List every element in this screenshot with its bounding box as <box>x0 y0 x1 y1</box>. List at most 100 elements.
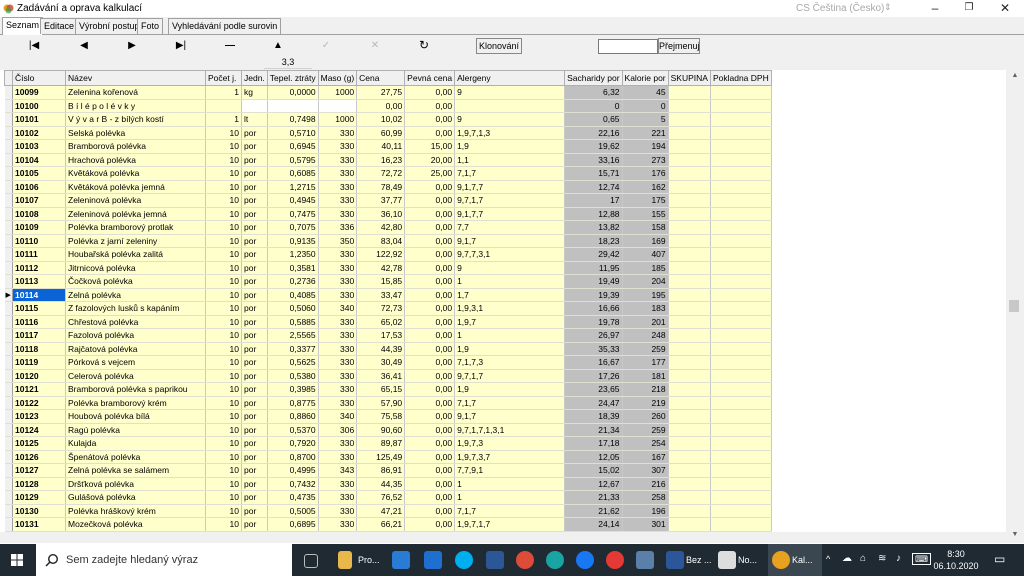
row-indicator[interactable] <box>4 396 13 410</box>
cell-jedn[interactable]: por <box>241 166 268 181</box>
cell-pevna-cena[interactable]: 0,00 <box>404 220 456 235</box>
cell-pevna-cena[interactable]: 0,00 <box>404 315 456 329</box>
cell-pokladna-dph[interactable] <box>710 261 772 275</box>
cell-skupina[interactable] <box>668 126 711 140</box>
network-icon[interactable]: ⌂ <box>860 553 866 564</box>
column-header-cena[interactable]: Cena <box>356 70 406 86</box>
table-row[interactable]: 10122 Polévka bramborový krém 10 por 0,8775 3… <box>4 396 772 410</box>
column-header-pocet[interactable]: Počet j. <box>205 70 242 86</box>
cell-cena[interactable]: 65,02 <box>356 315 406 329</box>
cell-maso[interactable]: 330 <box>318 139 358 154</box>
cell-cislo[interactable]: 10127 <box>12 463 66 478</box>
cell-tepel-ztraty[interactable]: 1,2715 <box>267 180 319 194</box>
cell-jedn[interactable]: por <box>241 504 268 518</box>
first-record-icon[interactable]: |◀ <box>14 36 54 55</box>
cell-cena[interactable]: 72,72 <box>356 166 406 181</box>
column-header-sacharidy[interactable]: Sacharidy por <box>564 70 623 86</box>
cell-jedn[interactable]: por <box>241 220 268 235</box>
cell-alergeny[interactable]: 7,1,7 <box>454 396 566 410</box>
row-indicator[interactable] <box>4 261 13 275</box>
cell-cena[interactable]: 17,53 <box>356 328 406 343</box>
cell-pevna-cena[interactable]: 0,00 <box>404 490 456 505</box>
kalkulace-icon[interactable] <box>772 551 790 569</box>
cell-alergeny[interactable]: 9 <box>454 112 566 127</box>
cell-skupina[interactable] <box>668 301 711 316</box>
cell-pokladna-dph[interactable] <box>710 247 772 262</box>
cell-alergeny[interactable]: 1 <box>454 328 566 343</box>
cell-kalorie[interactable]: 259 <box>622 342 669 356</box>
tab-vyhledavani[interactable]: Vyhledávání podle surovin <box>168 18 282 34</box>
last-record-icon[interactable]: ▶| <box>161 36 201 55</box>
language-indicator[interactable]: CS Čeština (Česko) <box>796 3 884 14</box>
cell-cena[interactable]: 75,58 <box>356 409 406 424</box>
cell-nazev[interactable]: Selská polévka <box>65 126 206 140</box>
taskbar-app-no[interactable]: No... <box>738 544 757 576</box>
cell-nazev[interactable]: Houbová polévka bílá <box>65 409 206 424</box>
klonovani-button[interactable]: Klonování <box>476 38 522 54</box>
cell-alergeny[interactable]: 1,9,7,1,7 <box>454 517 566 532</box>
cell-sacharidy[interactable]: 21,33 <box>564 490 623 505</box>
cell-nazev[interactable]: Houbařská polévka zalitá <box>65 247 206 262</box>
cell-nazev[interactable]: Bramborová polévka <box>65 139 206 154</box>
cell-sacharidy[interactable]: 24,14 <box>564 517 623 532</box>
cell-pocet[interactable]: 10 <box>205 369 242 383</box>
cell-nazev[interactable]: Bramborová polévka s paprikou <box>65 382 206 397</box>
cell-sacharidy[interactable]: 12,74 <box>564 180 623 194</box>
cell-alergeny[interactable]: 1,9,7,3 <box>454 436 566 451</box>
cell-kalorie[interactable]: 307 <box>622 463 669 478</box>
cell-pocet[interactable]: 10 <box>205 288 242 302</box>
cell-tepel-ztraty[interactable]: 0,0000 <box>267 85 319 100</box>
table-row[interactable]: 10102 Selská polévka 10 por 0,5710 330 60,99 0,… <box>4 126 772 140</box>
cell-pokladna-dph[interactable] <box>710 234 772 248</box>
cell-nazev[interactable]: Zeleninová polévka <box>65 193 206 208</box>
cell-alergeny[interactable]: 1,9 <box>454 139 566 154</box>
cell-nazev[interactable]: V ý v a r B - z bílých kostí <box>65 112 206 127</box>
row-indicator[interactable] <box>4 342 13 356</box>
cell-sacharidy[interactable]: 6,32 <box>564 85 623 100</box>
column-header-tepel-ztraty[interactable]: Tepel. ztráty <box>266 70 319 86</box>
cell-cena[interactable]: 40,11 <box>356 139 406 154</box>
cell-pocet[interactable] <box>205 99 242 113</box>
cell-nazev[interactable]: Kulajda <box>65 436 206 451</box>
cell-sacharidy[interactable]: 21,62 <box>564 504 623 518</box>
cell-alergeny[interactable]: 9,7,1,7,1,3,1 <box>454 423 566 437</box>
cell-pocet[interactable]: 1 <box>205 85 242 100</box>
table-row[interactable]: 10101 V ý v a r B - z bílých kostí 1 lt 0,74… <box>4 112 772 127</box>
cell-sacharidy[interactable]: 23,65 <box>564 382 623 397</box>
cell-maso[interactable]: 330 <box>318 126 358 140</box>
cell-pokladna-dph[interactable] <box>710 355 772 370</box>
cell-cislo[interactable]: 10120 <box>12 369 66 383</box>
table-row[interactable]: 10128 Dršťková polévka 10 por 0,7432 330 44,35… <box>4 477 772 491</box>
cell-alergeny[interactable]: 1 <box>454 274 566 289</box>
cell-cislo[interactable]: 10115 <box>12 301 66 316</box>
cell-jedn[interactable]: por <box>241 207 268 221</box>
table-row[interactable]: 10120 Celerová polévka 10 por 0,5380 330 36,41… <box>4 369 772 383</box>
notifications-icon[interactable]: ▭ <box>994 552 1005 566</box>
cell-pocet[interactable]: 10 <box>205 234 242 248</box>
cell-cena[interactable]: 27,75 <box>356 85 406 100</box>
cell-cena[interactable]: 36,41 <box>356 369 406 383</box>
table-row[interactable]: 10099 Zelenina kořenová 1 kg 0,0000 1000 27,75… <box>4 85 772 100</box>
cell-pokladna-dph[interactable] <box>710 288 772 302</box>
cell-cena[interactable]: 42,80 <box>356 220 406 235</box>
cell-cena[interactable]: 122,92 <box>356 247 406 262</box>
cell-cena[interactable]: 57,90 <box>356 396 406 410</box>
scrollbar-thumb[interactable] <box>1009 300 1019 312</box>
cell-pevna-cena[interactable]: 0,00 <box>404 99 456 113</box>
cell-kalorie[interactable]: 259 <box>622 423 669 437</box>
column-header-kalorie[interactable]: Kalorie por <box>621 70 669 86</box>
cell-tepel-ztraty[interactable]: 0,6085 <box>267 166 319 181</box>
cell-jedn[interactable]: por <box>241 247 268 262</box>
cell-pocet[interactable]: 10 <box>205 517 242 532</box>
cell-pokladna-dph[interactable] <box>710 126 772 140</box>
cell-skupina[interactable] <box>668 112 711 127</box>
row-indicator[interactable] <box>4 490 13 505</box>
row-indicator[interactable] <box>4 274 13 289</box>
cell-tepel-ztraty[interactable]: 0,4995 <box>267 463 319 478</box>
cell-jedn[interactable]: kg <box>241 85 268 100</box>
cell-pokladna-dph[interactable] <box>710 85 772 100</box>
cell-pokladna-dph[interactable] <box>710 180 772 194</box>
cell-tepel-ztraty[interactable]: 0,4945 <box>267 193 319 208</box>
cell-maso[interactable]: 330 <box>318 382 358 397</box>
cell-tepel-ztraty[interactable]: 0,5060 <box>267 301 319 316</box>
